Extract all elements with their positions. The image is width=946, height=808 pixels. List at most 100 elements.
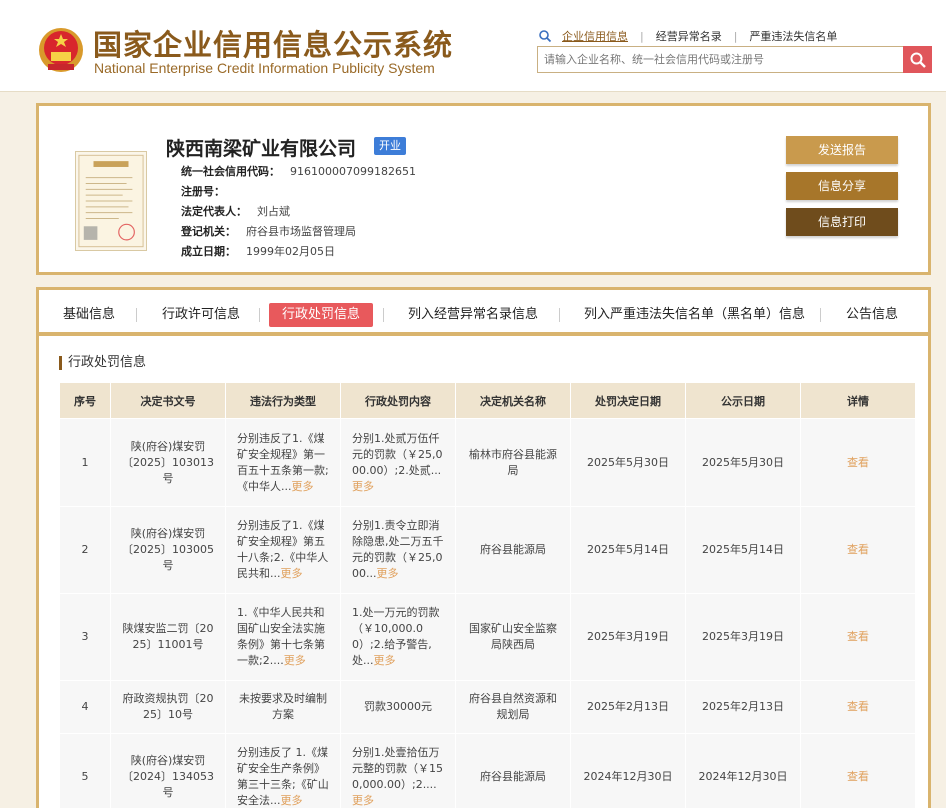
table-row: 2 陕(府谷)煤安罚〔2025〕103005号 分别违反了1.《煤矿安全规程》第… — [59, 506, 916, 594]
more-link[interactable]: 更多 — [377, 567, 399, 580]
more-link[interactable]: 更多 — [352, 794, 374, 807]
company-info-card: 陕西南梁矿业有限公司 开业 统一社会信用代码： 91610000709918265… — [36, 103, 931, 275]
detail-cell: 查看 — [800, 506, 916, 594]
violation-type-cell: 分别违反了1.《煤矿安全规程》第一百五十五条第一款;《中华人...更多 — [225, 418, 341, 507]
publish-date: 2025年2月13日 — [685, 680, 801, 734]
column-header: 详情 — [800, 382, 916, 419]
decision-doc-number: 陕煤安监二罚〔2025〕11001号 — [110, 593, 226, 681]
tab-separator: | — [733, 29, 738, 43]
tab-announcement[interactable]: 公告信息 — [833, 303, 911, 327]
view-detail-link[interactable]: 查看 — [847, 700, 869, 713]
authority-name: 榆林市府谷县能源局 — [455, 418, 571, 507]
authority-name: 国家矿山安全监察局陕西局 — [455, 593, 571, 681]
search-icon — [539, 30, 552, 43]
decision-date: 2024年12月30日 — [570, 733, 686, 808]
column-header: 违法行为类型 — [225, 382, 341, 419]
tab-separator: | — [640, 29, 644, 43]
penalty-content-cell: 分别1.责令立即消除隐患,处二万五千元的罚款（￥25,000...更多 — [340, 506, 456, 594]
search-tab-abnormal[interactable]: 经营异常名录 — [652, 28, 726, 44]
tab-divider — [820, 308, 821, 322]
site-logo-subtitle: National Enterprise Credit Information P… — [94, 60, 435, 76]
publish-date: 2025年5月14日 — [685, 506, 801, 594]
tab-divider — [136, 308, 137, 322]
column-header: 决定机关名称 — [455, 382, 571, 419]
tab-admin-penalty[interactable]: 行政处罚信息 — [269, 303, 374, 327]
search-tab-blacklist[interactable]: 严重违法失信名单 — [745, 28, 841, 44]
view-detail-link[interactable]: 查看 — [847, 630, 869, 643]
tab-divider — [383, 308, 384, 322]
view-detail-link[interactable]: 查看 — [847, 456, 869, 469]
table-row: 5 陕(府谷)煤安罚〔2024〕134053号 分别违反了 1.《煤矿安全生产条… — [59, 733, 916, 808]
table-row: 3 陕煤安监二罚〔2025〕11001号 1.《中华人民共和国矿山安全法实施条例… — [59, 593, 916, 681]
column-header: 处罚决定日期 — [570, 382, 686, 419]
column-header: 公示日期 — [685, 382, 801, 419]
national-emblem-icon — [39, 28, 83, 72]
detail-cell: 查看 — [800, 593, 916, 681]
row-number: 5 — [59, 733, 111, 808]
tab-basic-info[interactable]: 基础信息 — [50, 303, 128, 327]
print-info-button[interactable]: 信息打印 — [786, 208, 898, 236]
table-header-row: 序号 决定书文号 违法行为类型 行政处罚内容 决定机关名称 处罚决定日期 公示日… — [59, 382, 916, 419]
publish-date: 2025年5月30日 — [685, 418, 801, 507]
more-link[interactable]: 更多 — [284, 654, 306, 667]
decision-date: 2025年3月19日 — [570, 593, 686, 681]
site-logo-title: 国家企业信用信息公示系统 — [93, 28, 454, 62]
more-link[interactable]: 更多 — [281, 567, 303, 580]
view-detail-link[interactable]: 查看 — [847, 543, 869, 556]
table-row: 4 府政资规执罚〔2025〕10号 未按要求及时编制方案 罚款30000元 府谷… — [59, 680, 916, 734]
site-header: 国家企业信用信息公示系统 National Enterprise Credit … — [0, 0, 946, 92]
search-tab-enterprise[interactable]: 企业信用信息 — [558, 28, 632, 44]
authority-name: 府谷县能源局 — [455, 506, 571, 594]
view-detail-link[interactable]: 查看 — [847, 770, 869, 783]
violation-type-cell: 分别违反了1.《煤矿安全规程》第五十八条;2.《中华人民共和...更多 — [225, 506, 341, 594]
info-credit-code: 统一社会信用代码： 916100007099182651 — [181, 165, 416, 178]
info-registration-authority: 登记机关： 府谷县市场监督管理局 — [181, 225, 356, 238]
detail-cell: 查看 — [800, 418, 916, 507]
decision-doc-number: 府政资规执罚〔2025〕10号 — [110, 680, 226, 734]
row-number: 2 — [59, 506, 111, 594]
tab-divider — [559, 308, 560, 322]
decision-doc-number: 陕(府谷)煤安罚〔2025〕103005号 — [110, 506, 226, 594]
decision-date: 2025年5月14日 — [570, 506, 686, 594]
more-link[interactable]: 更多 — [374, 654, 396, 667]
authority-name: 府谷县自然资源和规划局 — [455, 680, 571, 734]
authority-name: 府谷县能源局 — [455, 733, 571, 808]
status-badge: 开业 — [374, 137, 406, 155]
tab-divider — [259, 308, 260, 322]
column-header: 决定书文号 — [110, 382, 226, 419]
detail-panel: 基础信息 行政许可信息 行政处罚信息 列入经营异常名录信息 列入严重违法失信名单… — [36, 287, 931, 808]
column-header: 序号 — [59, 382, 111, 419]
penalty-content-cell: 罚款30000元 — [340, 680, 456, 734]
table-row: 1 陕(府谷)煤安罚〔2025〕103013号 分别违反了1.《煤矿安全规程》第… — [59, 418, 916, 507]
row-number: 4 — [59, 680, 111, 734]
info-tab-bar: 基础信息 行政许可信息 行政处罚信息 列入经营异常名录信息 列入严重违法失信名单… — [39, 290, 928, 336]
violation-type-cell: 分别违反了 1.《煤矿安全生产条例》第三十三条;《矿山安全法...更多 — [225, 733, 341, 808]
search-type-tabs: 企业信用信息 | 经营异常名录 | 严重违法失信名单 — [538, 28, 841, 44]
decision-doc-number: 陕(府谷)煤安罚〔2024〕134053号 — [110, 733, 226, 808]
more-link[interactable]: 更多 — [281, 794, 303, 807]
send-report-button[interactable]: 发送报告 — [786, 136, 898, 164]
tab-admin-license[interactable]: 行政许可信息 — [149, 303, 253, 327]
section-title: 行政处罚信息 — [59, 356, 146, 370]
share-info-button[interactable]: 信息分享 — [786, 172, 898, 200]
penalty-content-cell: 分别1.处壹拾伍万元整的罚款（￥150,000.00）;2....更多 — [340, 733, 456, 808]
penalty-table: 序号 决定书文号 违法行为类型 行政处罚内容 决定机关名称 处罚决定日期 公示日… — [59, 382, 916, 808]
business-license-image[interactable] — [75, 151, 147, 251]
tab-abnormal-list[interactable]: 列入经营异常名录信息 — [395, 303, 551, 327]
decision-doc-number: 陕(府谷)煤安罚〔2025〕103013号 — [110, 418, 226, 507]
more-link[interactable]: 更多 — [292, 480, 314, 493]
info-register-no: 注册号： — [181, 185, 225, 198]
violation-type-cell: 1.《中华人民共和国矿山安全法实施条例》第十七条第一款;2....更多 — [225, 593, 341, 681]
detail-cell: 查看 — [800, 680, 916, 734]
row-number: 1 — [59, 418, 111, 507]
publish-date: 2024年12月30日 — [685, 733, 801, 808]
search-icon — [910, 52, 926, 68]
more-link[interactable]: 更多 — [352, 480, 374, 493]
decision-date: 2025年5月30日 — [570, 418, 686, 507]
publish-date: 2025年3月19日 — [685, 593, 801, 681]
tab-blacklist[interactable]: 列入严重违法失信名单（黑名单）信息 — [571, 303, 818, 327]
info-established-date: 成立日期： 1999年02月05日 — [181, 245, 335, 258]
search-button[interactable] — [903, 46, 932, 73]
search-input[interactable]: 请输入企业名称、统一社会信用代码或注册号 — [537, 46, 904, 73]
penalty-content-cell: 分别1.处贰万伍仟元的罚款（￥25,000.00）;2.处贰...更多 — [340, 418, 456, 507]
